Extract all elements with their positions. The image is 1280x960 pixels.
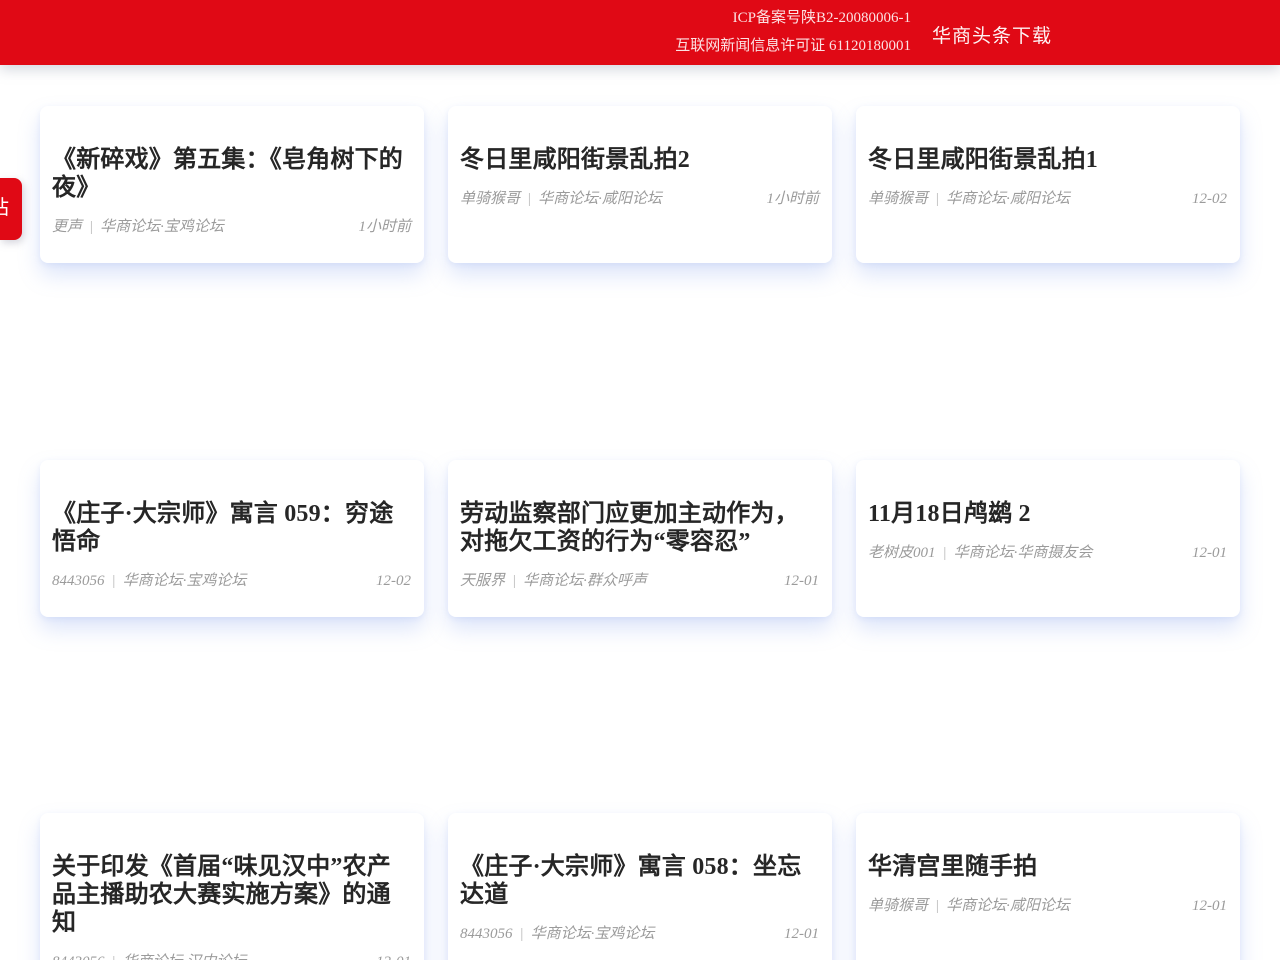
top-red-bar: ICP备案号陕B2-20080006-1 互联网新闻信息许可证 61120180… [0, 0, 1280, 65]
post-meta-left: 更声 | 华商论坛·宝鸡论坛 [52, 215, 224, 236]
post-title[interactable]: 关于印发《首届“味见汉中”农产品主播助农大赛实施方案》的通知 [52, 853, 411, 937]
meta-separator: | [520, 926, 524, 942]
post-meta: 更声 | 华商论坛·宝鸡论坛 1小时前 [52, 215, 411, 236]
post-author[interactable]: 更声 [52, 219, 82, 235]
post-meta-left: 单骑猴哥 | 华商论坛·咸阳论坛 [460, 187, 662, 208]
meta-separator: | [89, 219, 93, 235]
icp-license-block: ICP备案号陕B2-20080006-1 互联网新闻信息许可证 61120180… [675, 4, 911, 60]
meta-separator: | [112, 573, 116, 589]
post-title[interactable]: 《庄子·大宗师》寓言 059：穷途悟命 [52, 500, 411, 556]
post-card[interactable]: 《庄子·大宗师》寓言 059：穷途悟命 8443056 | 华商论坛·宝鸡论坛 12… [40, 460, 424, 617]
post-title[interactable]: 劳动监察部门应更加主动作为，对拖欠工资的行为“零容忍” [460, 500, 819, 556]
meta-separator: | [935, 191, 939, 207]
post-meta-left: 老树皮001 | 华商论坛·华商摄友会 [868, 541, 1092, 562]
post-title[interactable]: 冬日里咸阳街景乱拍1 [868, 146, 1227, 174]
post-time: 12-01 [376, 954, 411, 960]
post-author[interactable]: 单骑猴哥 [868, 898, 928, 914]
post-author[interactable]: 8443056 [52, 573, 105, 589]
post-forum[interactable]: 华商论坛·宝鸡论坛 [100, 219, 224, 235]
post-card[interactable]: 11月18日鸬鹚 2 老树皮001 | 华商论坛·华商摄友会 12-01 [856, 460, 1240, 617]
post-author[interactable]: 天服界 [460, 573, 505, 589]
post-meta: 8443056 | 华商论坛·汉中论坛 12-01 [52, 950, 411, 960]
post-forum[interactable]: 华商论坛·汉中论坛 [123, 954, 247, 960]
post-meta: 8443056 | 华商论坛·宝鸡论坛 12-02 [52, 569, 411, 590]
post-meta-left: 8443056 | 华商论坛·宝鸡论坛 [52, 569, 246, 590]
post-feed: 《新碎戏》第五集：《皂角树下的夜》 更声 | 华商论坛·宝鸡论坛 1小时前 冬日里咸… [40, 106, 1240, 960]
icp-record-number: ICP备案号陕B2-20080006-1 [675, 4, 911, 32]
post-card[interactable]: 冬日里咸阳街景乱拍1 单骑猴哥 | 华商论坛·咸阳论坛 12-02 [856, 106, 1240, 263]
post-time: 12-01 [784, 926, 819, 943]
post-forum[interactable]: 华商论坛·群众呼声 [523, 573, 647, 589]
post-forum[interactable]: 华商论坛·华商摄友会 [954, 545, 1093, 561]
post-meta: 单骑猴哥 | 华商论坛·咸阳论坛 12-01 [868, 894, 1227, 915]
post-meta: 老树皮001 | 华商论坛·华商摄友会 12-01 [868, 541, 1227, 562]
post-meta-left: 天服界 | 华商论坛·群众呼声 [460, 569, 647, 590]
news-license-number: 互联网新闻信息许可证 61120180001 [675, 32, 911, 60]
post-title[interactable]: 11月18日鸬鹚 2 [868, 500, 1227, 528]
app-download-link[interactable]: 华商头条下载 [932, 21, 1052, 48]
post-author[interactable]: 老树皮001 [868, 545, 936, 561]
post-forum[interactable]: 华商论坛·咸阳论坛 [538, 191, 662, 207]
post-card[interactable]: 劳动监察部门应更加主动作为，对拖欠工资的行为“零容忍” 天服界 | 华商论坛·群众呼… [448, 460, 832, 617]
post-card[interactable]: 冬日里咸阳街景乱拍2 单骑猴哥 | 华商论坛·咸阳论坛 1小时前 [448, 106, 832, 263]
meta-separator: | [527, 191, 531, 207]
post-author[interactable]: 8443056 [52, 954, 105, 960]
meta-separator: | [112, 954, 116, 960]
feed-row: 《庄子·大宗师》寓言 059：穷途悟命 8443056 | 华商论坛·宝鸡论坛 12… [40, 460, 1240, 617]
post-meta-left: 8443056 | 华商论坛·宝鸡论坛 [460, 922, 654, 943]
post-card[interactable]: 《庄子·大宗师》寓言 058：坐忘达道 8443056 | 华商论坛·宝鸡论坛 12… [448, 813, 832, 960]
post-meta-left: 单骑猴哥 | 华商论坛·咸阳论坛 [868, 894, 1070, 915]
post-title[interactable]: 《新碎戏》第五集：《皂角树下的夜》 [52, 146, 411, 202]
post-time: 12-01 [1192, 898, 1227, 915]
post-time: 12-02 [1192, 191, 1227, 208]
post-forum[interactable]: 华商论坛·咸阳论坛 [946, 191, 1070, 207]
post-time: 12-02 [376, 573, 411, 590]
meta-separator: | [512, 573, 516, 589]
side-tab-label: 站 [0, 198, 9, 218]
post-time: 1小时前 [766, 187, 819, 208]
post-author[interactable]: 单骑猴哥 [868, 191, 928, 207]
meta-separator: | [935, 898, 939, 914]
post-forum[interactable]: 华商论坛·宝鸡论坛 [123, 573, 247, 589]
post-title[interactable]: 冬日里咸阳街景乱拍2 [460, 146, 819, 174]
post-card[interactable]: 关于印发《首届“味见汉中”农产品主播助农大赛实施方案》的通知 8443056 | 华… [40, 813, 424, 960]
post-title[interactable]: 《庄子·大宗师》寓言 058：坐忘达道 [460, 853, 819, 909]
post-meta: 天服界 | 华商论坛·群众呼声 12-01 [460, 569, 819, 590]
post-title[interactable]: 华清宫里随手拍 [868, 853, 1227, 881]
post-card[interactable]: 《新碎戏》第五集：《皂角树下的夜》 更声 | 华商论坛·宝鸡论坛 1小时前 [40, 106, 424, 263]
post-card[interactable]: 华清宫里随手拍 单骑猴哥 | 华商论坛·咸阳论坛 12-01 [856, 813, 1240, 960]
post-meta: 8443056 | 华商论坛·宝鸡论坛 12-01 [460, 922, 819, 943]
post-meta: 单骑猴哥 | 华商论坛·咸阳论坛 1小时前 [460, 187, 819, 208]
post-time: 12-01 [1192, 545, 1227, 562]
post-meta-left: 8443056 | 华商论坛·汉中论坛 [52, 950, 246, 960]
post-meta: 单骑猴哥 | 华商论坛·咸阳论坛 12-02 [868, 187, 1227, 208]
post-time: 1小时前 [358, 215, 411, 236]
feed-row: 《新碎戏》第五集：《皂角树下的夜》 更声 | 华商论坛·宝鸡论坛 1小时前 冬日里咸… [40, 106, 1240, 263]
post-meta-left: 单骑猴哥 | 华商论坛·咸阳论坛 [868, 187, 1070, 208]
side-tab-button[interactable]: 站 [0, 178, 22, 240]
post-author[interactable]: 单骑猴哥 [460, 191, 520, 207]
post-time: 12-01 [784, 573, 819, 590]
meta-separator: | [943, 545, 947, 561]
post-author[interactable]: 8443056 [460, 926, 513, 942]
feed-row: 关于印发《首届“味见汉中”农产品主播助农大赛实施方案》的通知 8443056|华… [40, 813, 1240, 960]
post-forum[interactable]: 华商论坛·咸阳论坛 [946, 898, 1070, 914]
post-forum[interactable]: 华商论坛·宝鸡论坛 [531, 926, 655, 942]
